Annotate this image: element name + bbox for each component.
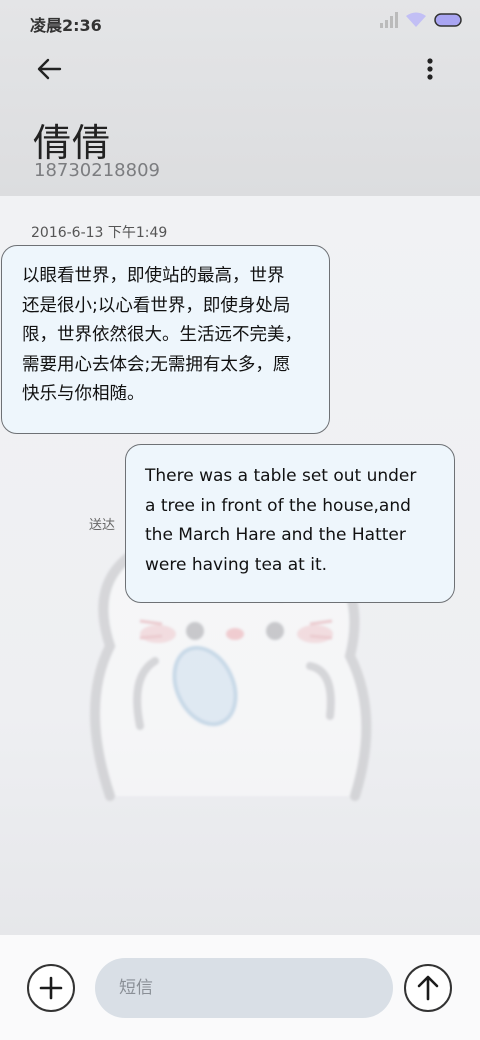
message-line: 以眼看世界，即使站的最高，世界 (22, 266, 285, 286)
message-input[interactable] (95, 958, 393, 1018)
more-options-button[interactable] (416, 52, 444, 86)
message-line: 限，世界依然很大。生活远不完美， (22, 325, 302, 345)
message-line: 快乐与你相随。 (22, 384, 145, 404)
wifi-icon (406, 12, 426, 27)
status-time: 凌晨2:36 (30, 16, 102, 35)
message-line: 需要用心去体会;无需拥有太多，愿 (22, 354, 291, 375)
incoming-message-bubble[interactable]: 以眼看世界，即使站的最高，世界 还是很小;以心看世界，即使身处局 限，世界依然很… (1, 245, 330, 434)
plus-icon (39, 976, 63, 1000)
message-line: were having tea at it. (145, 554, 328, 575)
back-button[interactable] (30, 52, 70, 86)
add-attachment-button[interactable] (27, 964, 75, 1012)
contact-name: 倩倩 (33, 121, 112, 165)
message-line: a tree in front of the house,and (145, 495, 411, 516)
send-button[interactable] (404, 964, 452, 1012)
delivery-status: 送达 (89, 518, 116, 533)
contact-number: 18730218809 (34, 160, 160, 181)
status-bar: 凌晨2:36 (0, 0, 480, 42)
signal-icon (380, 12, 398, 28)
outgoing-message-bubble[interactable]: There was a table set out under a tree i… (125, 444, 455, 603)
more-vertical-icon (427, 58, 433, 80)
battery-icon (434, 13, 462, 27)
send-arrow-icon (417, 975, 439, 1001)
message-line: the March Hare and the Hatter (145, 525, 406, 545)
message-line: There was a table set out under (145, 466, 417, 486)
message-timestamp: 2016-6-13 下午1:49 (31, 225, 168, 241)
message-line: 还是很小;以心看世界，即使身处局 (22, 295, 291, 316)
back-arrow-icon (37, 58, 62, 80)
